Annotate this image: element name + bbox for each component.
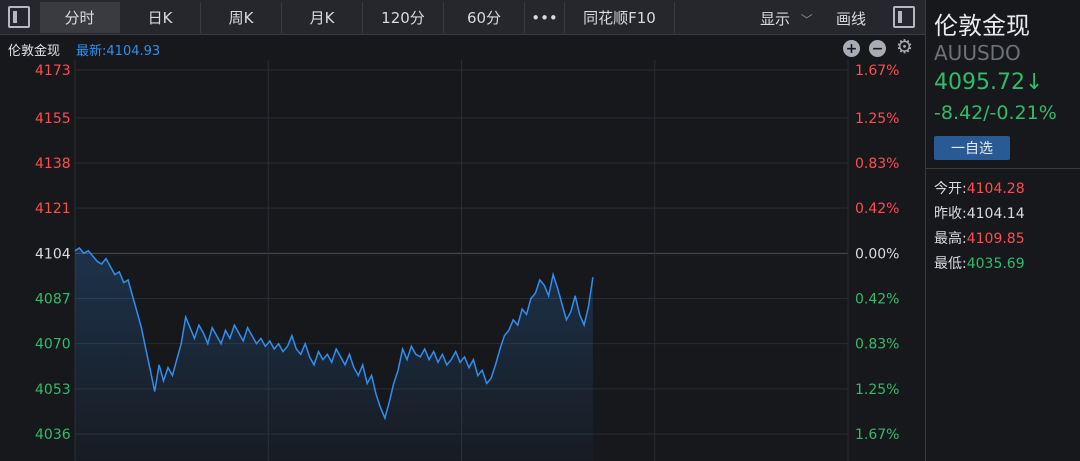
display-label: 显示 xyxy=(760,10,791,28)
price-change: -8.42/-0.21% xyxy=(934,102,1057,124)
y-tick-label-percent: 1.25% xyxy=(855,111,899,127)
y-tick-label: 4155 xyxy=(35,111,71,127)
tab-intraday[interactable]: 分时 xyxy=(40,2,120,33)
stat-open: 今开:4104.28 xyxy=(934,181,1025,197)
y-tick-label-percent: 0.83% xyxy=(855,156,899,172)
tab-weekly-k[interactable]: 周K xyxy=(201,2,282,33)
y-tick-label: 4121 xyxy=(35,201,71,217)
y-tick-label: 4104 xyxy=(35,246,71,262)
tab-daily-k[interactable]: 日K xyxy=(120,2,201,33)
y-tick-label: 4138 xyxy=(35,156,71,172)
stat-prev-close: 昨收:4104.14 xyxy=(934,206,1025,222)
stat-low: 最低:4035.69 xyxy=(934,256,1025,272)
intraday-chart[interactable]: 4173 4155 4138 4121 4104 4087 4070 4053 4036 1.6… xyxy=(0,60,925,461)
y-tick-label-percent: 1.67% xyxy=(855,63,899,79)
chevron-down-icon: ﹀ xyxy=(800,13,813,27)
tab-f10[interactable]: 同花顺F10 xyxy=(565,2,675,33)
zoom-in-icon[interactable]: + xyxy=(843,40,860,57)
tab-120min[interactable]: 120分 xyxy=(363,2,444,33)
y-tick-label-percent: 1.67% xyxy=(855,427,899,443)
chart-toolbar: 分时 日K 周K 月K 120分 60分 ••• 同花顺F10 显示 ﹀ 画线 xyxy=(0,0,925,35)
panel-divider xyxy=(926,168,1080,169)
y-tick-label-percent: 0.00% xyxy=(855,246,899,262)
instrument-code: AUUSDO xyxy=(934,41,1021,65)
gear-icon[interactable]: ⚙ xyxy=(896,36,913,58)
arrow-down-icon: ↓ xyxy=(1024,70,1044,95)
chart-header: 伦敦金现 最新:4104.93 + − ⚙ xyxy=(0,36,925,60)
y-tick-label-percent: 0.42% xyxy=(855,291,899,307)
current-price: 4095.72↓ xyxy=(934,70,1044,95)
add-watchlist-button[interactable]: 一自选 xyxy=(934,136,1010,160)
latest-price-label: 最新:4104.93 xyxy=(76,44,161,59)
zoom-out-icon[interactable]: − xyxy=(869,40,886,57)
panel-toggle-icon[interactable] xyxy=(893,6,915,28)
display-dropdown[interactable]: 显示 ﹀ xyxy=(760,8,813,29)
right-percent-axis: 1.67% 1.25% 0.83% 0.42% 0.00% 0.42% 0.83% 1.25%… xyxy=(855,63,899,443)
y-tick-label: 4173 xyxy=(35,63,71,79)
more-icon[interactable]: ••• xyxy=(525,2,565,33)
instrument-title: 伦敦金现 xyxy=(934,12,1030,40)
quote-panel: 伦敦金现 AUUSDO 4095.72↓ -8.42/-0.21% 一自选 今开… xyxy=(925,0,1080,461)
y-tick-label: 4053 xyxy=(35,382,71,398)
y-tick-label: 4036 xyxy=(35,427,71,443)
left-price-axis: 4173 4155 4138 4121 4104 4087 4070 4053 4036 xyxy=(35,63,71,443)
y-tick-label-percent: 0.83% xyxy=(855,337,899,353)
panel-toggle-icon[interactable] xyxy=(8,6,30,28)
tab-60min[interactable]: 60分 xyxy=(444,2,525,33)
tab-monthly-k[interactable]: 月K xyxy=(282,2,363,33)
y-tick-label: 4070 xyxy=(35,337,71,353)
latest-price-value: 4104.93 xyxy=(106,44,161,59)
stat-high: 最高:4109.85 xyxy=(934,231,1025,247)
y-tick-label: 4087 xyxy=(35,291,71,307)
y-tick-label-percent: 0.42% xyxy=(855,201,899,217)
draw-line-button[interactable]: 画线 xyxy=(836,8,866,29)
y-tick-label-percent: 1.25% xyxy=(855,382,899,398)
instrument-name: 伦敦金现 xyxy=(8,44,61,59)
